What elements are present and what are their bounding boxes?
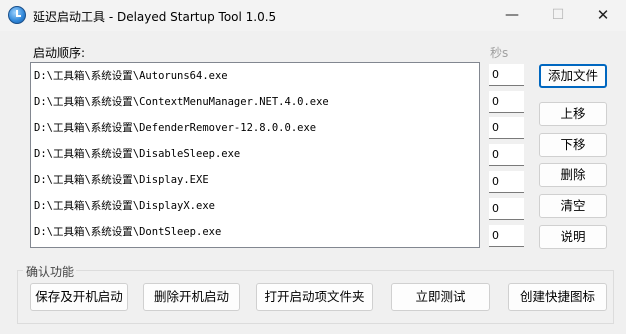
- seconds-label: 秒s: [490, 46, 509, 60]
- group-border: [613, 270, 614, 324]
- delay-seconds-input[interactable]: 0: [489, 91, 524, 113]
- delay-seconds-input[interactable]: 0: [489, 171, 524, 193]
- list-item[interactable]: D:\工具箱\系统设置\Autoruns64.exe: [34, 67, 228, 85]
- delete-startup-button[interactable]: 删除开机启动: [143, 283, 240, 311]
- group-border: [17, 270, 18, 324]
- test-now-button[interactable]: 立即测试: [391, 283, 490, 311]
- list-item[interactable]: D:\工具箱\系统设置\ContextMenuManager.NET.4.0.e…: [34, 93, 329, 111]
- list-item[interactable]: D:\工具箱\系统设置\DontSleep.exe: [34, 223, 221, 241]
- delay-seconds-input[interactable]: 0: [489, 64, 524, 86]
- help-button[interactable]: 说明: [539, 225, 607, 249]
- confirm-group-label: 确认功能: [24, 263, 77, 280]
- create-shortcut-button[interactable]: 创建快捷图标: [508, 283, 607, 311]
- delay-seconds-input[interactable]: 0: [489, 198, 524, 220]
- delay-seconds-input[interactable]: 0: [489, 117, 524, 139]
- move-down-button[interactable]: 下移: [539, 133, 607, 157]
- open-startup-folder-button[interactable]: 打开启动项文件夹: [256, 283, 373, 311]
- startup-program-list[interactable]: D:\工具箱\系统设置\Autoruns64.exe D:\工具箱\系统设置\C…: [30, 62, 480, 248]
- delay-seconds-input[interactable]: 0: [489, 225, 524, 247]
- minimize-button[interactable]: —: [489, 0, 535, 31]
- group-border: [17, 323, 614, 324]
- close-button[interactable]: ✕: [580, 0, 626, 31]
- save-and-enable-startup-button[interactable]: 保存及开机启动: [30, 283, 128, 311]
- title-bar: 延迟启动工具 - Delayed Startup Tool 1.0.5 — ☐ …: [0, 0, 626, 31]
- list-item[interactable]: D:\工具箱\系统设置\Display.EXE: [34, 171, 209, 189]
- add-file-button[interactable]: 添加文件: [539, 64, 607, 88]
- delete-button[interactable]: 删除: [539, 163, 607, 187]
- group-border: [76, 270, 614, 271]
- clear-button[interactable]: 清空: [539, 194, 607, 218]
- app-clock-icon: [8, 6, 26, 24]
- move-up-button[interactable]: 上移: [539, 102, 607, 126]
- window-title: 延迟启动工具 - Delayed Startup Tool 1.0.5: [33, 10, 277, 24]
- startup-order-label: 启动顺序:: [33, 46, 86, 60]
- maximize-button: ☐: [551, 7, 565, 23]
- list-item[interactable]: D:\工具箱\系统设置\DisplayX.exe: [34, 197, 215, 215]
- delay-seconds-input[interactable]: 0: [489, 144, 524, 166]
- list-item[interactable]: D:\工具箱\系统设置\DisableSleep.exe: [34, 145, 240, 163]
- list-item[interactable]: D:\工具箱\系统设置\DefenderRemover-12.8.0.0.exe: [34, 119, 316, 137]
